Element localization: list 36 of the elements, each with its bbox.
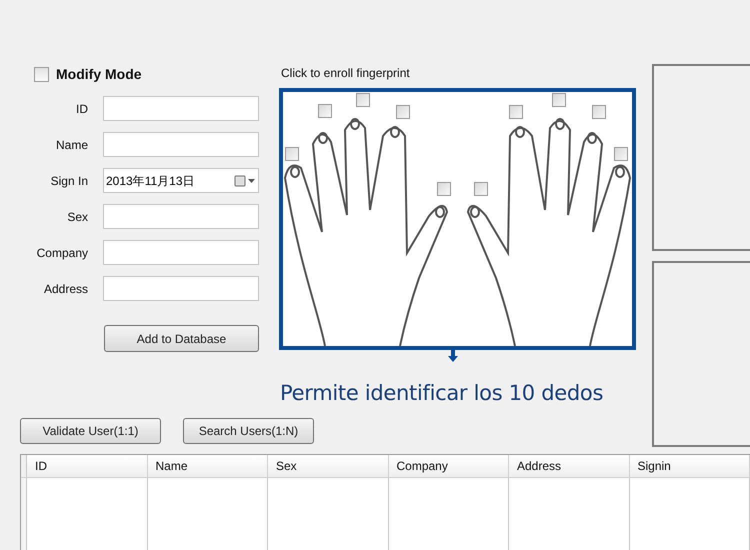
field-label: Name — [54, 136, 89, 154]
column-header[interactable]: Name — [148, 455, 268, 477]
finger-checkbox[interactable] — [552, 93, 566, 107]
caption-text: Permite identificar los 10 dedos — [280, 380, 604, 407]
finger-checkbox[interactable] — [509, 105, 523, 119]
field-label: Company — [36, 244, 89, 262]
enroll-label: Click to enroll fingerprint — [281, 65, 411, 82]
field-label: Sex — [66, 208, 89, 226]
column-header[interactable]: Company — [388, 455, 509, 477]
finger-checkbox[interactable] — [285, 147, 299, 161]
input-field[interactable] — [103, 276, 259, 301]
input-field[interactable] — [103, 240, 259, 265]
date-field[interactable]: 2013年11月13日 — [103, 168, 259, 193]
calendar-dropdown-icon[interactable] — [234, 174, 256, 186]
action-button[interactable]: Validate User(1:1) — [20, 418, 161, 444]
input-field[interactable] — [103, 96, 259, 121]
field-label: Address — [42, 280, 89, 298]
input-field[interactable] — [103, 132, 259, 157]
column-header[interactable]: ID — [27, 455, 148, 477]
column-header[interactable]: Sex — [268, 455, 388, 477]
modify-mode-label: Modify Mode — [56, 64, 142, 84]
finger-checkbox[interactable] — [396, 105, 410, 119]
finger-checkbox[interactable] — [614, 147, 628, 161]
finger-checkbox[interactable] — [356, 93, 370, 107]
finger-checkbox[interactable] — [437, 182, 451, 196]
finger-checkbox[interactable] — [592, 105, 606, 119]
action-button[interactable]: Search Users(1:N) — [183, 418, 314, 444]
finger-checkbox[interactable] — [474, 182, 488, 196]
field-label: Sign In — [50, 172, 89, 190]
column-header[interactable]: Address — [509, 455, 630, 477]
finger-checkbox[interactable] — [318, 104, 332, 118]
add-to-database-button[interactable]: Add to Database — [104, 325, 259, 352]
input-field[interactable] — [103, 204, 259, 229]
modify-mode-checkbox[interactable] — [34, 66, 49, 82]
column-header[interactable]: Signin — [630, 455, 750, 477]
field-label: ID — [75, 100, 89, 118]
